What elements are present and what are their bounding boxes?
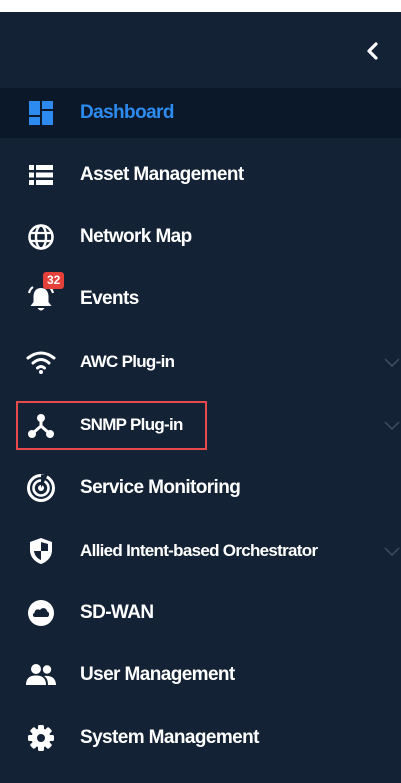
sidebar-item-label: AWC Plug-in	[80, 352, 175, 371]
sidebar-item-user-management[interactable]: User Management	[0, 650, 401, 700]
sidebar-item-label: Events	[80, 288, 139, 309]
sidebar-item-label: Service Monitoring	[80, 477, 241, 498]
sidebar-item-label: System Management	[80, 727, 259, 748]
sidebar-item-system-management[interactable]: System Management	[0, 713, 401, 763]
sidebar-item-dashboard[interactable]: Dashboard	[0, 88, 401, 138]
chevron-down-icon	[384, 547, 400, 557]
sidebar-item-label: Asset Management	[80, 164, 244, 185]
sidebar-item-awc-plugin[interactable]: AWC Plug-in	[0, 337, 401, 387]
sidebar-item-allied-intent-based-orchestrator[interactable]: Allied Intent-based Orchestrator	[0, 526, 401, 576]
chevron-down-icon	[384, 421, 400, 431]
events-count-badge: 32	[43, 272, 65, 289]
collapse-sidebar-button[interactable]	[356, 36, 388, 66]
sidebar-item-network-map[interactable]: Network Map	[0, 212, 401, 262]
sidebar-item-label: Dashboard	[80, 102, 174, 123]
list-icon	[24, 158, 58, 192]
cloud-icon	[24, 596, 58, 630]
globe-icon	[24, 220, 58, 254]
sidebar-item-label: Network Map	[80, 226, 192, 247]
sidebar: Dashboard Asset Management Network Map 3…	[0, 0, 401, 783]
chevron-down-icon	[384, 358, 400, 368]
top-strip	[0, 0, 401, 12]
wifi-icon	[24, 345, 58, 379]
sidebar-item-service-monitoring[interactable]: Service Monitoring	[0, 463, 401, 513]
radar-icon	[24, 471, 58, 505]
sidebar-item-label: SD-WAN	[80, 602, 154, 623]
sidebar-item-label: SNMP Plug-in	[80, 415, 183, 434]
chevron-left-icon	[367, 42, 378, 60]
sidebar-item-label: Allied Intent-based Orchestrator	[80, 541, 318, 560]
sidebar-item-asset-management[interactable]: Asset Management	[0, 150, 401, 200]
users-icon	[24, 658, 58, 692]
dashboard-icon	[24, 96, 58, 130]
sidebar-item-sd-wan[interactable]: SD-WAN	[0, 588, 401, 638]
gear-icon	[24, 721, 58, 755]
sidebar-item-snmp-plugin[interactable]: SNMP Plug-in	[0, 400, 401, 450]
sidebar-item-events[interactable]: 32 Events	[0, 272, 401, 324]
network-hub-icon	[24, 408, 58, 442]
shield-icon	[24, 534, 58, 568]
sidebar-item-label: User Management	[80, 664, 235, 685]
